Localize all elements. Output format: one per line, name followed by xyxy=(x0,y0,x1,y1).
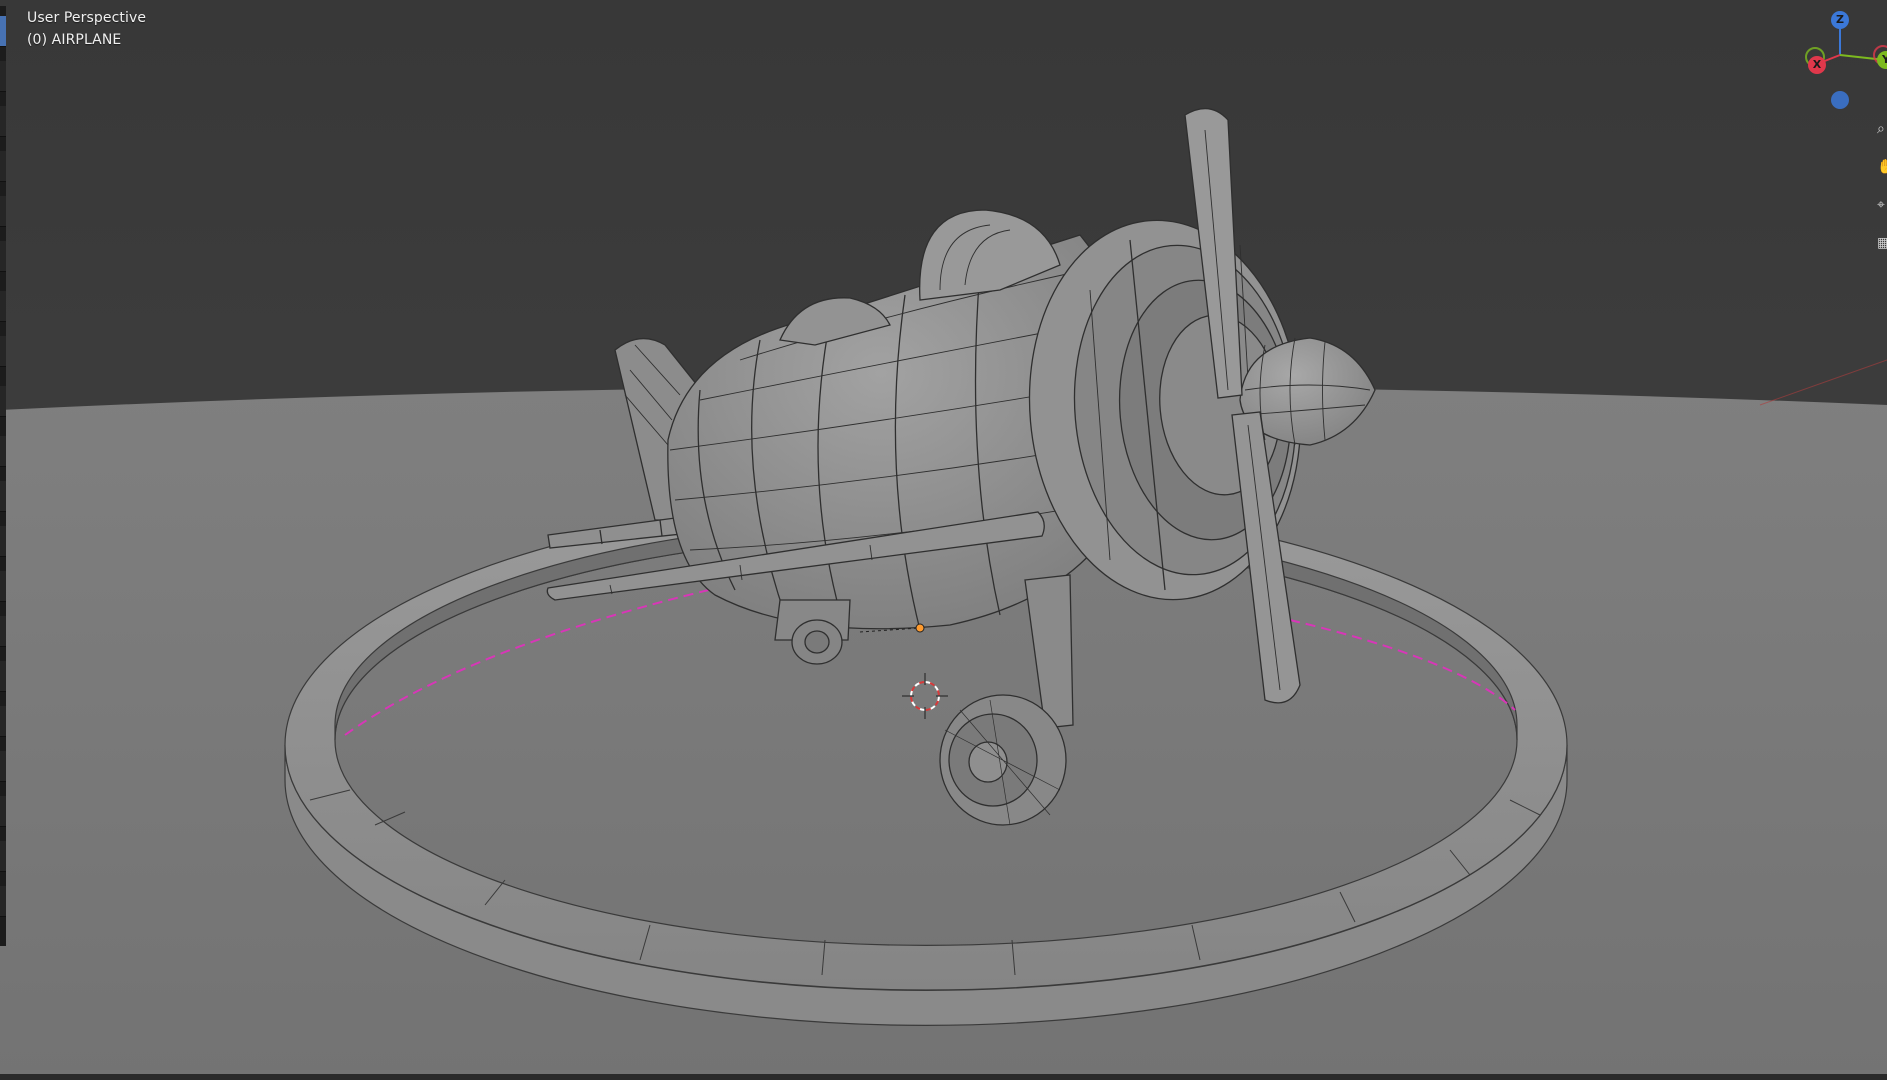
knife-tool-button[interactable] xyxy=(0,616,6,647)
blender-3d-viewport-app: User Perspective (0) AIRPLANE Z X Y ⌕ ✋ … xyxy=(0,0,1887,1080)
zoom-icon[interactable]: ⌕ xyxy=(1877,118,1887,140)
smooth-tool-button[interactable] xyxy=(0,751,6,782)
active-object-label: (0) AIRPLANE xyxy=(27,32,122,48)
viewport-bottom-edge xyxy=(0,1074,1887,1080)
shear-tool-button[interactable] xyxy=(0,886,6,917)
x-axis-handle[interactable]: X xyxy=(1808,56,1826,74)
shrink-tool-button[interactable] xyxy=(0,841,6,872)
view-name-label: User Perspective xyxy=(27,10,147,26)
annotate-tool-button[interactable] xyxy=(0,291,6,322)
move-tool-button[interactable] xyxy=(0,106,6,137)
bevel-tool-button[interactable] xyxy=(0,526,6,557)
inset-tool-button[interactable] xyxy=(0,481,6,512)
poly-build-tool-button[interactable] xyxy=(0,661,6,692)
cursor-tool-button[interactable] xyxy=(0,61,6,92)
z-axis-handle[interactable]: Z xyxy=(1831,11,1849,29)
hand-icon[interactable]: ✋ xyxy=(1877,156,1887,178)
tool-shelf xyxy=(0,6,6,946)
scale-tool-button[interactable] xyxy=(0,196,6,227)
viewport-navigation-controls: ⌕ ✋ ⌖ ▦ xyxy=(1877,118,1887,258)
3d-viewport[interactable] xyxy=(0,0,1887,1080)
add-cube-tool-button[interactable] xyxy=(0,386,6,417)
loop-cut-tool-button[interactable] xyxy=(0,571,6,602)
slide-tool-button[interactable] xyxy=(0,796,6,827)
measure-tool-button[interactable] xyxy=(0,336,6,367)
spin-tool-button[interactable] xyxy=(0,706,6,737)
grid-icon[interactable]: ▦ xyxy=(1877,232,1887,254)
extrude-tool-button[interactable] xyxy=(0,436,6,467)
camera-icon[interactable]: ⌖ xyxy=(1877,194,1887,216)
select-tool-button[interactable] xyxy=(0,16,6,47)
rotate-tool-button[interactable] xyxy=(0,151,6,182)
transform-tool-button[interactable] xyxy=(0,241,6,272)
navigation-gizmo[interactable]: Z X Y xyxy=(1797,0,1887,120)
